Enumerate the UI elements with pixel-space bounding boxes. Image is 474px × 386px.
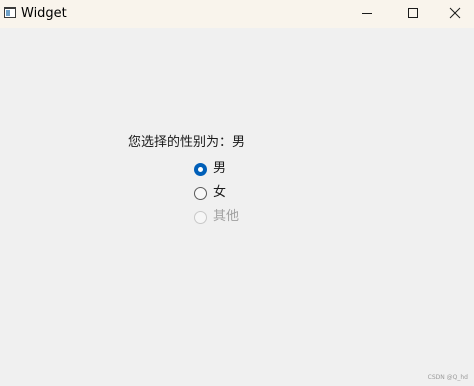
radio-button[interactable]: [194, 186, 207, 200]
minimize-button[interactable]: [344, 0, 390, 28]
radio-label: 其他: [213, 209, 240, 224]
gender-selection-label: 您选择的性别为：男: [128, 135, 246, 150]
radio-label: 男: [213, 161, 227, 176]
watermark: CSDN @Q_hd: [427, 374, 468, 381]
radio-label: 女: [213, 185, 227, 200]
radio-other: 其他: [194, 208, 239, 226]
window-title: Widget: [21, 6, 67, 21]
maximize-button[interactable]: [390, 0, 436, 28]
window-app-icon: [4, 7, 16, 18]
widget-content: 您选择的性别为：男 男 女 其他 CSDN @Q_hd: [0, 28, 474, 386]
title-bar[interactable]: Widget: [0, 0, 474, 28]
minimize-icon: [362, 13, 372, 14]
maximize-icon: [408, 8, 418, 18]
app-window: Widget 您选择的性别为：男 男 女 其他 CSDN @Q_hd: [0, 0, 474, 386]
radio-female[interactable]: 女: [194, 184, 226, 202]
radio-button-disabled: [194, 210, 207, 224]
close-button[interactable]: [436, 0, 474, 28]
radio-button-checked[interactable]: [194, 162, 207, 176]
radio-male[interactable]: 男: [194, 160, 226, 178]
close-icon: [449, 7, 461, 19]
